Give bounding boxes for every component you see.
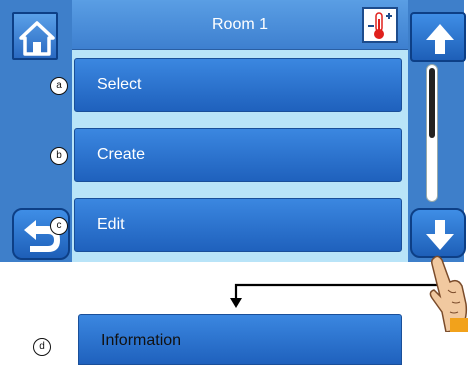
hand-pointer-icon xyxy=(429,255,468,332)
scroll-direction-arrow xyxy=(230,283,440,308)
menu-item-information[interactable]: Information xyxy=(78,314,402,365)
manual-illustration: Room 1 Select Create Edit a b c d Inform… xyxy=(0,0,468,365)
